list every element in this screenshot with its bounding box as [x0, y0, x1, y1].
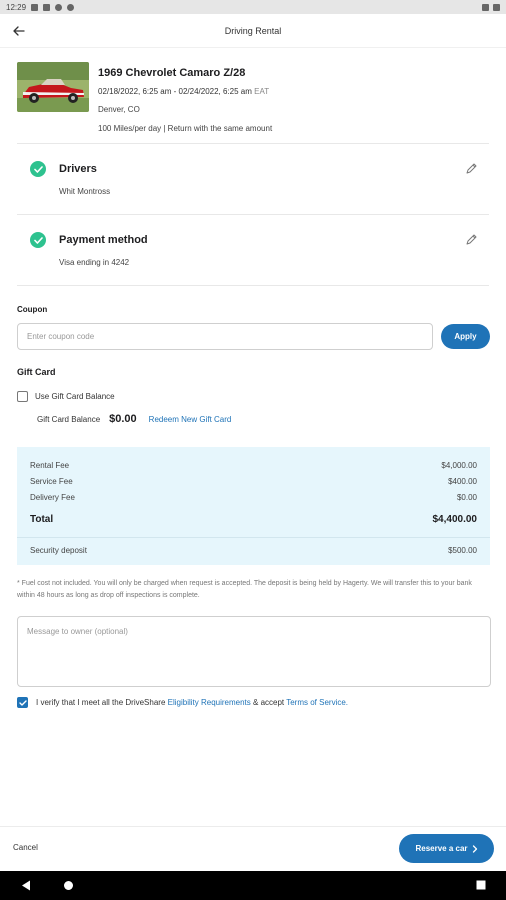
- bottom-action-bar: Cancel Reserve a car: [0, 826, 506, 871]
- page-title: Driving Rental: [224, 25, 282, 36]
- timezone: EAT: [254, 87, 270, 96]
- message-placeholder: Message to owner (optional): [27, 627, 128, 636]
- back-button[interactable]: [10, 22, 28, 40]
- driver-name: Whit Montross: [59, 187, 111, 196]
- verify-checkbox[interactable]: [17, 697, 28, 708]
- verify-text: I verify that I meet all the DriveShare …: [36, 698, 348, 707]
- drivers-title: Drivers: [59, 163, 97, 175]
- reserve-label: Reserve a car: [415, 844, 468, 853]
- mileage-policy: 100 Miles/per day | Return with the same…: [98, 124, 273, 133]
- fee-row: Rental Fee $4,000.00: [30, 461, 477, 477]
- total-label: Total: [30, 513, 54, 525]
- reserve-car-button[interactable]: Reserve a car: [399, 834, 494, 863]
- wifi-icon: [482, 3, 489, 11]
- coupon-placeholder: Enter coupon code: [27, 332, 95, 341]
- chevron-right-icon: [472, 844, 477, 853]
- payment-section: Payment method Visa ending in 4242: [30, 232, 478, 267]
- car-summary: 1969 Chevrolet Camaro Z/28 02/18/2022, 6…: [17, 62, 489, 133]
- deposit-value: $500.00: [448, 546, 477, 555]
- drivers-section: Drivers Whit Montross: [30, 161, 478, 196]
- fee-label: Rental Fee: [30, 461, 70, 470]
- use-gift-card-label: Use Gift Card Balance: [35, 392, 115, 401]
- notification-icon: [55, 3, 63, 11]
- check-icon: [18, 699, 27, 706]
- gift-card-balance-row: Gift Card Balance $0.00 Redeem New Gift …: [37, 413, 231, 425]
- message-to-owner-input[interactable]: Message to owner (optional): [17, 616, 491, 687]
- fee-label: Service Fee: [30, 477, 73, 486]
- top-app-bar: Driving Rental: [0, 14, 506, 48]
- gift-card-balance-label: Gift Card Balance: [37, 414, 101, 424]
- fee-summary: Rental Fee $4,000.00 Service Fee $400.00…: [17, 447, 490, 565]
- total-value: $4,400.00: [432, 513, 478, 525]
- use-gift-card-row: Use Gift Card Balance: [17, 391, 115, 402]
- notification-icon: [31, 3, 39, 11]
- status-time: 12:29: [6, 2, 27, 12]
- eligibility-link[interactable]: Eligibility Requirements: [168, 698, 251, 707]
- gift-card-label: Gift Card: [17, 367, 56, 377]
- deposit-row: Security deposit $500.00: [30, 546, 477, 555]
- back-arrow-icon: [13, 26, 25, 36]
- coupon-label: Coupon: [17, 305, 48, 314]
- edit-payment-button[interactable]: [464, 233, 478, 247]
- status-bar: 12:29: [0, 0, 506, 14]
- divider: [17, 143, 489, 144]
- rental-dates: 02/18/2022, 6:25 am - 02/24/2022, 6:25 a…: [98, 87, 272, 96]
- nav-recents-icon[interactable]: [476, 880, 486, 890]
- fee-note: * Fuel cost not included. You will only …: [17, 580, 472, 599]
- verify-row: I verify that I meet all the DriveShare …: [17, 697, 348, 708]
- status-bar-right: [482, 3, 500, 11]
- pencil-icon: [466, 163, 477, 174]
- car-photo: [17, 62, 89, 112]
- terms-link[interactable]: Terms of Service.: [286, 698, 348, 707]
- redeem-gift-card-link[interactable]: Redeem New Gift Card: [149, 415, 232, 424]
- battery-icon: [493, 3, 500, 11]
- edit-drivers-button[interactable]: [464, 162, 478, 176]
- system-nav-bar: [0, 871, 506, 900]
- use-gift-card-checkbox[interactable]: [17, 391, 28, 402]
- fee-value: $400.00: [448, 477, 477, 486]
- status-bar-left: 12:29: [6, 2, 75, 12]
- pencil-icon: [466, 234, 477, 245]
- fee-label: Delivery Fee: [30, 493, 75, 502]
- verify-middle: & accept: [253, 698, 285, 707]
- divider: [17, 214, 489, 215]
- notification-icon: [43, 3, 51, 11]
- verify-prefix: I verify that I meet all the DriveShare: [36, 698, 166, 707]
- apply-coupon-button[interactable]: Apply: [441, 324, 490, 349]
- total-row: Total $4,400.00: [30, 509, 477, 529]
- car-info: 1969 Chevrolet Camaro Z/28 02/18/2022, 6…: [98, 62, 272, 133]
- nav-home-icon[interactable]: [63, 880, 74, 891]
- fee-row: Delivery Fee $0.00: [30, 493, 477, 509]
- car-name: 1969 Chevrolet Camaro Z/28: [98, 67, 246, 79]
- divider: [17, 285, 489, 286]
- rental-dates-text: 02/18/2022, 6:25 am - 02/24/2022, 6:25 a…: [98, 87, 252, 96]
- check-circle-icon: [30, 161, 46, 177]
- deposit-label: Security deposit: [30, 546, 87, 555]
- coupon-input[interactable]: Enter coupon code: [17, 323, 433, 350]
- check-circle-icon: [30, 232, 46, 248]
- payment-card: Visa ending in 4242: [59, 258, 130, 267]
- fee-row: Service Fee $400.00: [30, 477, 477, 493]
- fee-value: $4,000.00: [441, 461, 477, 470]
- fee-value: $0.00: [456, 493, 477, 502]
- gift-card-balance-value: $0.00: [109, 413, 137, 425]
- car-location: Denver, CO: [98, 105, 140, 114]
- nav-back-icon[interactable]: [21, 880, 31, 891]
- cancel-button[interactable]: Cancel: [13, 843, 38, 852]
- notification-icon: [67, 3, 75, 11]
- payment-title: Payment method: [59, 234, 148, 246]
